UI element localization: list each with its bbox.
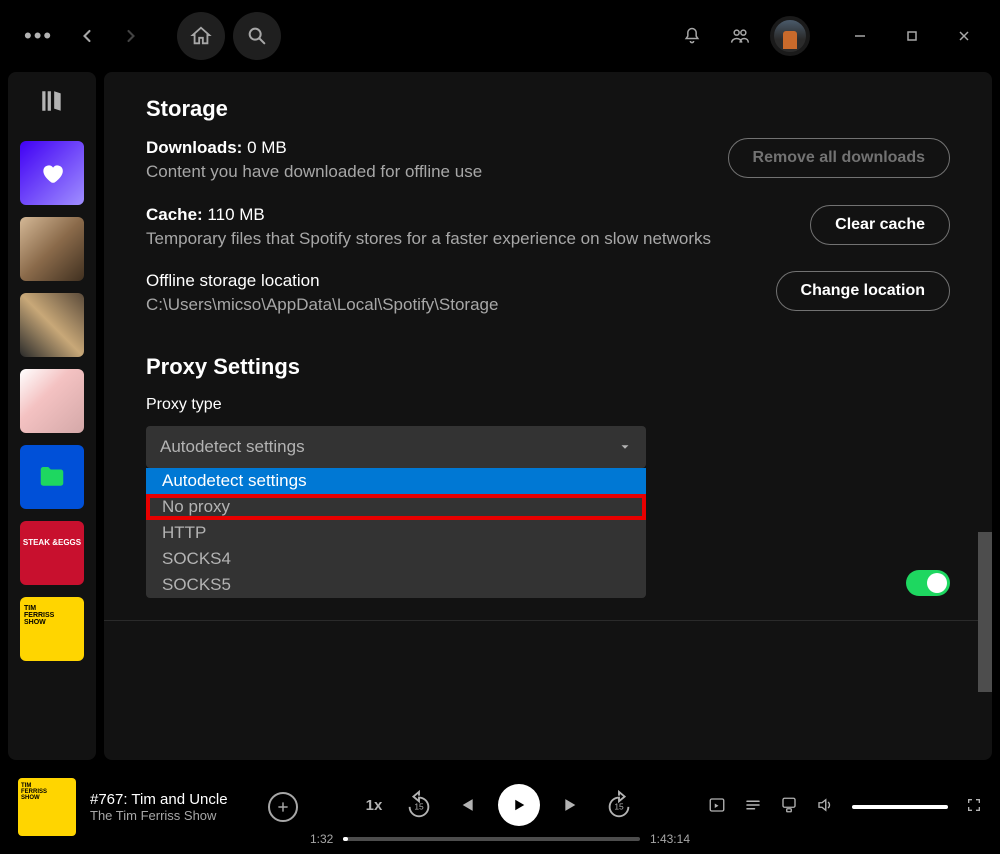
now-playing-view-button[interactable]: [708, 796, 726, 819]
playback-speed[interactable]: 1x: [366, 797, 383, 814]
nav-back-button[interactable]: [69, 18, 105, 54]
now-playing-art[interactable]: [18, 778, 76, 836]
progress-bar[interactable]: [343, 837, 640, 841]
notifications-button[interactable]: [674, 18, 710, 54]
friends-button[interactable]: [722, 18, 758, 54]
now-playing-title[interactable]: #767: Tim and Uncle: [90, 791, 260, 808]
queue-button[interactable]: [744, 796, 762, 819]
volume-button[interactable]: [816, 796, 834, 819]
proxy-option-noproxy[interactable]: No proxy: [146, 494, 646, 520]
search-button[interactable]: [233, 12, 281, 60]
now-playing-artist[interactable]: The Tim Ferriss Show: [90, 808, 260, 823]
svg-text:15: 15: [415, 802, 425, 812]
proxy-type-dropdown: Autodetect settings No proxy HTTP SOCKS4…: [146, 468, 646, 598]
playlist-tile-1[interactable]: [20, 217, 84, 281]
profile-avatar[interactable]: [770, 16, 810, 56]
scrollbar[interactable]: [978, 532, 992, 692]
library-icon[interactable]: [39, 88, 65, 119]
skip-forward-15-button[interactable]: 15: [604, 790, 634, 820]
change-location-button[interactable]: Change location: [776, 271, 950, 311]
total-time: 1:43:14: [650, 832, 690, 846]
nav-forward-button: [113, 18, 149, 54]
settings-toggle[interactable]: [906, 570, 950, 596]
clear-cache-button[interactable]: Clear cache: [810, 205, 950, 245]
podcast-tile-2[interactable]: [20, 597, 84, 661]
add-to-library-button[interactable]: [268, 792, 298, 822]
previous-button[interactable]: [456, 795, 476, 815]
proxy-option-socks5[interactable]: SOCKS5: [146, 572, 646, 598]
more-menu[interactable]: •••: [16, 23, 61, 49]
library-sidebar: [8, 72, 96, 760]
proxy-option-socks4[interactable]: SOCKS4: [146, 546, 646, 572]
window-maximize[interactable]: [892, 18, 932, 54]
fullscreen-button[interactable]: [966, 797, 982, 818]
folder-tile[interactable]: [20, 445, 84, 509]
skip-back-15-button[interactable]: 15: [404, 790, 434, 820]
storage-heading: Storage: [146, 96, 950, 122]
divider: [104, 620, 992, 621]
proxy-heading: Proxy Settings: [146, 354, 950, 380]
liked-songs-tile[interactable]: [20, 141, 84, 205]
playlist-tile-3[interactable]: [20, 369, 84, 433]
remove-downloads-button[interactable]: Remove all downloads: [728, 138, 950, 178]
next-button[interactable]: [562, 795, 582, 815]
window-minimize[interactable]: [840, 18, 880, 54]
home-button[interactable]: [177, 12, 225, 60]
play-button[interactable]: [498, 784, 540, 826]
proxy-option-autodetect[interactable]: Autodetect settings: [146, 468, 646, 494]
svg-text:15: 15: [615, 802, 625, 812]
elapsed-time: 1:32: [310, 832, 333, 846]
volume-slider[interactable]: [852, 805, 948, 809]
player-bar: #767: Tim and Uncle The Tim Ferriss Show…: [0, 760, 1000, 854]
podcast-tile-1[interactable]: [20, 521, 84, 585]
window-close[interactable]: [944, 18, 984, 54]
proxy-type-select[interactable]: Autodetect settings: [146, 426, 646, 468]
proxy-option-http[interactable]: HTTP: [146, 520, 646, 546]
connect-device-button[interactable]: [780, 796, 798, 819]
settings-content: Storage Downloads: 0 MB Content you have…: [104, 72, 992, 760]
playlist-tile-2[interactable]: [20, 293, 84, 357]
